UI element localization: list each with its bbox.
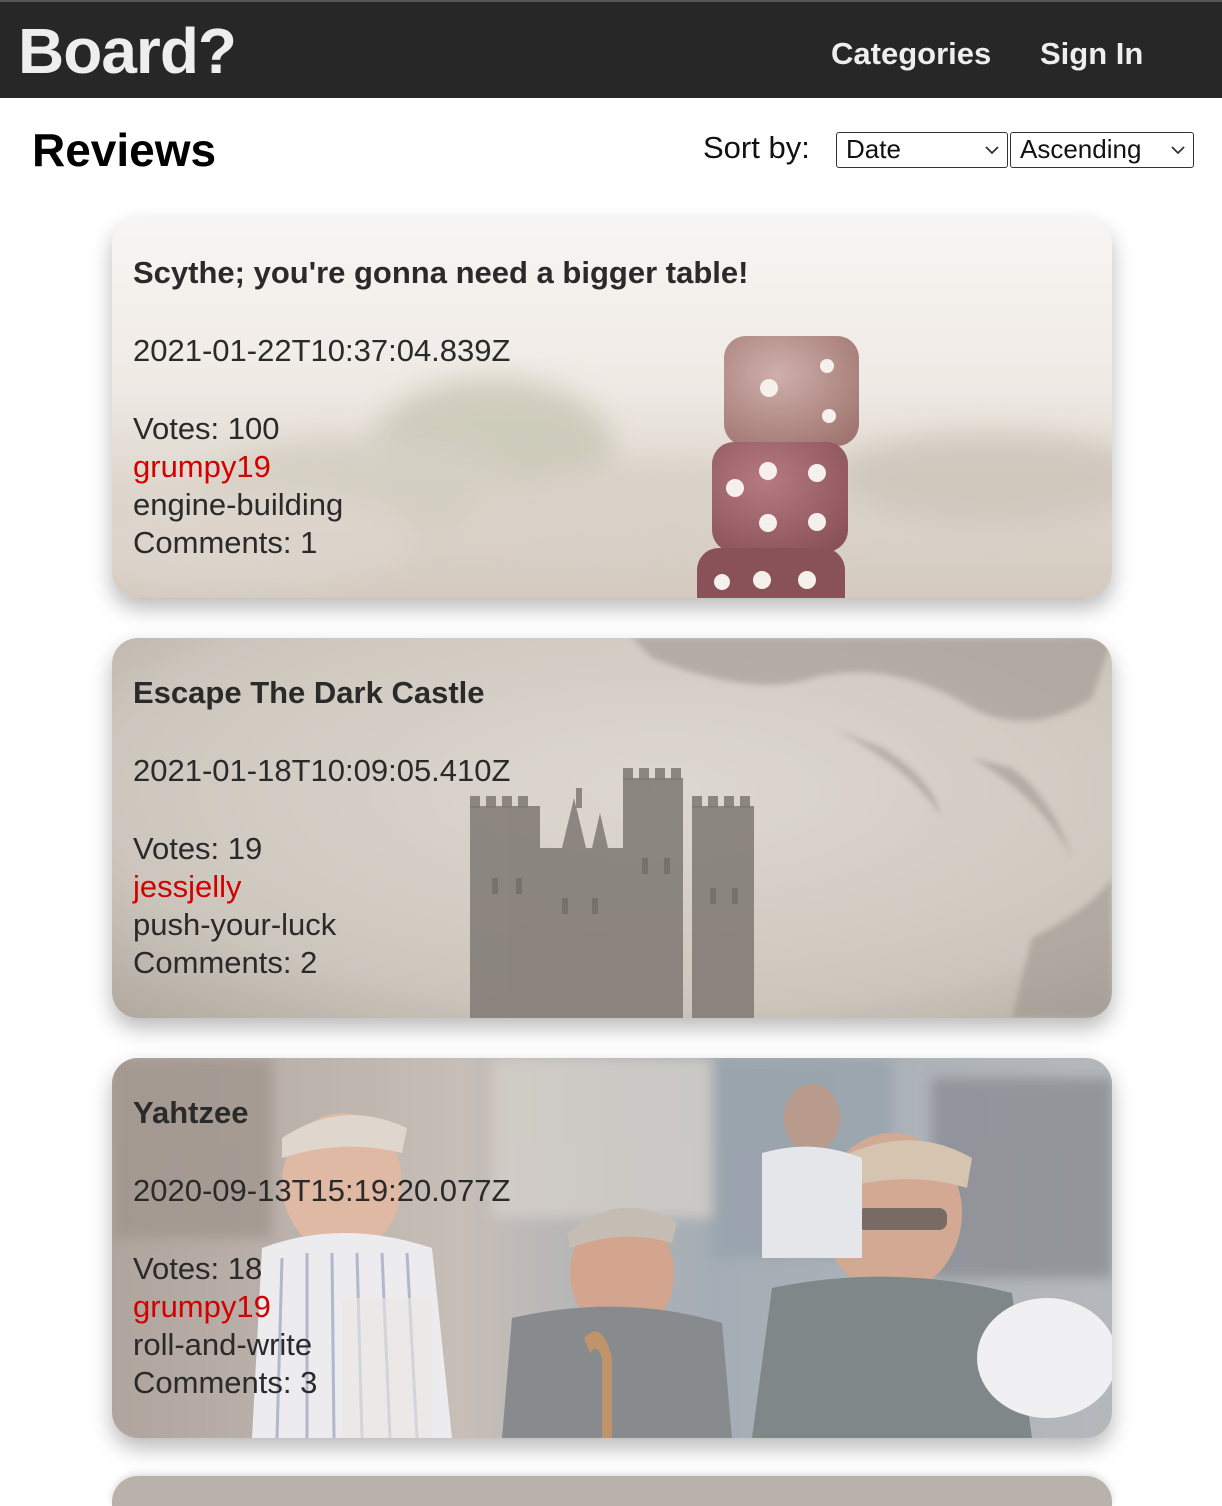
review-category: push-your-luck <box>133 907 337 942</box>
sort-label: Sort by: <box>703 130 810 165</box>
review-votes: Votes: 100 <box>133 411 280 446</box>
review-card-content: Escape The Dark Castle 2021-01-18T10:09:… <box>133 674 1073 982</box>
review-comments-count: Comments: 1 <box>133 525 318 560</box>
review-votes: Votes: 19 <box>133 831 263 866</box>
top-navbar: Board? Categories Sign In <box>0 0 1222 98</box>
review-author[interactable]: jessjelly <box>133 868 1073 906</box>
review-card[interactable]: Yahtzee 2020-09-13T15:19:20.077Z Votes: … <box>112 1058 1112 1438</box>
review-comments-count: Comments: 2 <box>133 945 318 980</box>
review-card-content: Yahtzee 2020-09-13T15:19:20.077Z Votes: … <box>133 1094 1073 1402</box>
review-category: roll-and-write <box>133 1327 313 1362</box>
review-author[interactable]: grumpy19 <box>133 1288 1073 1326</box>
review-title[interactable]: Scythe; you're gonna need a bigger table… <box>133 254 1073 292</box>
nav-link-sign-in[interactable]: Sign In <box>1040 34 1143 74</box>
review-votes: Votes: 18 <box>133 1251 263 1286</box>
review-comments-count: Comments: 3 <box>133 1365 318 1400</box>
review-title[interactable]: Escape The Dark Castle <box>133 674 1073 712</box>
sort-order-select[interactable]: Ascending <box>1010 132 1194 168</box>
review-card-content: Scythe; you're gonna need a bigger table… <box>133 254 1073 562</box>
sort-order-value: Ascending <box>1020 134 1142 164</box>
nav-link-categories[interactable]: Categories <box>831 34 991 74</box>
review-card[interactable]: Scythe; you're gonna need a bigger table… <box>112 218 1112 598</box>
brand-logo-link[interactable]: Board? <box>18 16 237 86</box>
review-card[interactable]: Escape The Dark Castle 2021-01-18T10:09:… <box>112 638 1112 1018</box>
chevron-down-icon <box>985 146 999 155</box>
review-category: engine-building <box>133 487 344 522</box>
review-author[interactable]: grumpy19 <box>133 448 1073 486</box>
chevron-down-icon <box>1171 146 1185 155</box>
sort-field-value: Date <box>846 134 901 164</box>
sort-field-select[interactable]: Date <box>836 132 1008 168</box>
review-title[interactable]: Yahtzee <box>133 1094 1073 1132</box>
review-date: 2021-01-22T10:37:04.839Z <box>133 333 511 368</box>
page-title: Reviews <box>32 124 217 176</box>
review-date: 2021-01-18T10:09:05.410Z <box>133 753 511 788</box>
review-date: 2020-09-13T15:19:20.077Z <box>133 1173 511 1208</box>
review-card-partial[interactable] <box>112 1476 1112 1506</box>
